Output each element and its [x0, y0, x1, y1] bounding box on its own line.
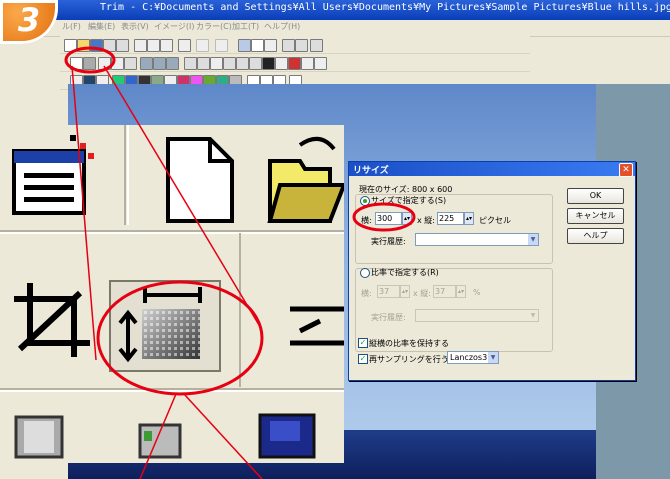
annotation-circle-width	[352, 202, 416, 232]
annotation-line-down-right	[183, 393, 263, 479]
annotation-line-down-left	[139, 393, 177, 479]
annotation-circle-zoom	[96, 280, 264, 396]
annotation-line-right	[103, 65, 263, 331]
annotation-line-left	[71, 65, 97, 361]
annotation-circle-toolbar	[64, 46, 116, 74]
annotation-overlay	[64, 46, 416, 479]
